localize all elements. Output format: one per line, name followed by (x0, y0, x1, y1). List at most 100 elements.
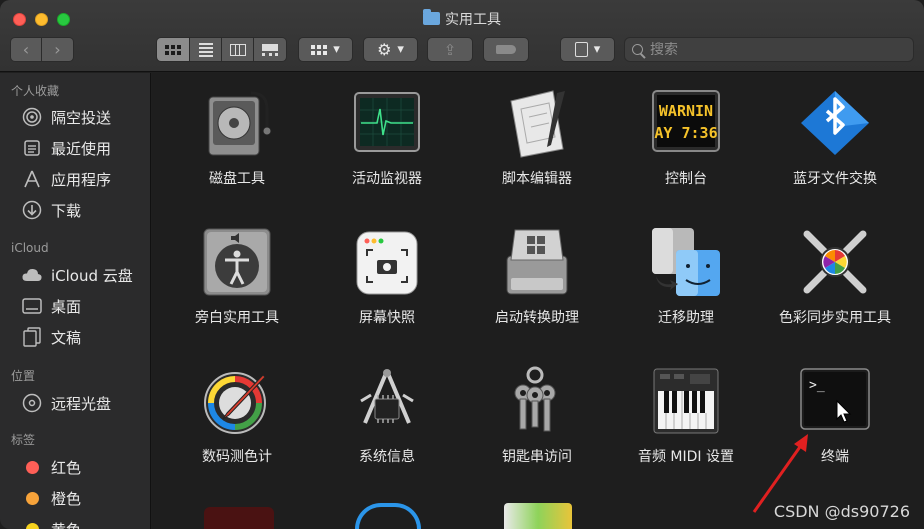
airdrop-icon (21, 106, 43, 128)
app-digital-color-meter[interactable]: 数码测色计 (162, 365, 312, 466)
app-colorsync-utility[interactable]: 色彩同步实用工具 (760, 226, 910, 327)
sidebar-item-label: 隔空投送 (51, 108, 112, 127)
cloud-icon (21, 264, 43, 286)
sidebar-item-documents[interactable]: 文稿 (21, 325, 81, 349)
quicklook-dropdown-chevron: ▾ (593, 42, 601, 57)
window-title-text: 实用工具 (445, 12, 501, 28)
bootcamp-icon (501, 226, 573, 298)
tags-header: 标签 (11, 433, 36, 447)
desktop-icon (21, 295, 43, 317)
search-input[interactable] (650, 41, 890, 58)
sidebar-item-remote-disc[interactable]: 远程光盘 (21, 391, 111, 415)
search-field[interactable] (624, 37, 914, 62)
app-label: 脚本编辑器 (502, 171, 572, 187)
partial-app-icon-grapher[interactable] (504, 503, 572, 529)
action-dropdown-chevron: ▾ (397, 42, 404, 57)
color-meter-icon (201, 365, 273, 437)
icon-view-button[interactable] (157, 38, 190, 61)
app-label: 启动转换助理 (495, 310, 579, 326)
app-voiceover-utility[interactable]: 旁白实用工具 (162, 226, 312, 327)
list-view-button[interactable] (190, 38, 222, 61)
columns-icon (229, 43, 246, 56)
bluetooth-icon (799, 87, 871, 159)
forward-button[interactable]: › (42, 38, 73, 61)
quicklook-button[interactable]: ▾ (560, 37, 615, 62)
documents-icon (21, 326, 43, 348)
window-title: 实用工具 (0, 9, 924, 29)
sidebar-item-tag-yellow[interactable]: 黄色 (22, 517, 81, 529)
lock-icon (574, 42, 588, 57)
app-disk-utility[interactable]: 磁盘工具 (162, 87, 312, 188)
sidebar-item-desktop[interactable]: 桌面 (21, 294, 81, 318)
partial-app-icon-blue-arc[interactable] (355, 503, 421, 529)
app-label: 活动监视器 (352, 171, 422, 187)
sidebar-item-label: iCloud 云盘 (51, 266, 133, 285)
app-label: 系统信息 (359, 449, 415, 465)
system-info-icon (351, 365, 423, 437)
gallery-view-button[interactable] (254, 38, 286, 61)
applications-icon (21, 168, 43, 190)
list-icon (198, 42, 213, 57)
sidebar-item-label: 桌面 (51, 297, 82, 316)
script-editor-icon (501, 87, 573, 159)
app-label: 磁盘工具 (209, 171, 265, 187)
app-label: 音频 MIDI 设置 (637, 449, 735, 465)
search-icon (632, 44, 643, 55)
action-button[interactable]: ⚙ ▾ (363, 37, 418, 62)
partial-app-icon-dark-red[interactable] (204, 507, 274, 529)
group-grid-icon (311, 44, 328, 55)
disk-utility-icon (201, 87, 273, 159)
app-label: 旁白实用工具 (195, 310, 279, 326)
app-audio-midi-setup[interactable]: 音频 MIDI 设置 (611, 365, 761, 466)
sidebar-item-applications[interactable]: 应用程序 (21, 167, 111, 191)
sidebar-item-airdrop[interactable]: 隔空投送 (21, 105, 111, 129)
share-button[interactable]: ⇪ (427, 37, 473, 62)
title-toolbar: 实用工具 ‹ › ▾ ⚙ ▾ ⇪ ▾ 搜索 (0, 0, 924, 72)
app-script-editor[interactable]: 脚本编辑器 (462, 87, 612, 188)
app-boot-camp-assistant[interactable]: 启动转换助理 (462, 226, 612, 327)
sidebar-item-label: 黄色 (51, 519, 81, 529)
back-button[interactable]: ‹ (11, 38, 42, 61)
app-label: 色彩同步实用工具 (779, 310, 891, 326)
app-migration-assistant[interactable]: 迁移助理 (611, 226, 761, 327)
column-view-button[interactable] (222, 38, 254, 61)
terminal-prompt-text: >_ (809, 378, 825, 393)
app-screenshot[interactable]: 屏幕快照 (312, 226, 462, 327)
app-system-information[interactable]: 系统信息 (312, 365, 462, 466)
sidebar-item-icloud-drive[interactable]: iCloud 云盘 (21, 263, 133, 287)
app-label: 迁移助理 (658, 310, 714, 326)
edit-tags-button[interactable] (483, 37, 529, 62)
sidebar-item-downloads[interactable]: 下载 (21, 198, 81, 222)
colorsync-icon (799, 226, 871, 298)
sidebar-item-tag-red[interactable]: 红色 (22, 455, 81, 479)
watermark-text: CSDN @ds90726 (773, 502, 910, 521)
activity-monitor-icon (351, 87, 423, 159)
sidebar-item-label: 橙色 (51, 489, 82, 508)
console-screen-line-2: AY 7:36 (654, 124, 717, 142)
share-icon: ⇪ (443, 40, 457, 59)
gallery-icon (262, 43, 278, 56)
tag-icon (496, 45, 516, 54)
app-console[interactable]: WARNIN AY 7:36 控制台 (611, 87, 761, 188)
nav-buttons: ‹ › (10, 37, 74, 62)
sidebar-item-recents[interactable]: 最近使用 (21, 136, 111, 160)
finder-window: 实用工具 ‹ › ▾ ⚙ ▾ ⇪ ▾ 搜索 个人收藏 隔空投送 最近使用 应用程… (0, 0, 924, 529)
screenshot-icon (351, 226, 423, 298)
app-label: 蓝牙文件交换 (793, 171, 877, 187)
app-activity-monitor[interactable]: 活动监视器 (312, 87, 462, 188)
app-bluetooth-file-exchange[interactable]: 蓝牙文件交换 (760, 87, 910, 188)
group-button[interactable]: ▾ (298, 37, 353, 62)
app-keychain-access[interactable]: 钥匙串访问 (462, 365, 612, 466)
downloads-icon (21, 199, 43, 221)
sidebar-item-label: 文稿 (51, 328, 82, 347)
locations-header: 位置 (11, 369, 36, 383)
app-label: 控制台 (665, 171, 707, 187)
sidebar-item-label: 应用程序 (51, 170, 112, 189)
app-label: 屏幕快照 (359, 310, 415, 326)
sidebar-item-tag-orange[interactable]: 橙色 (22, 486, 81, 510)
yellow-tag-dot (26, 522, 39, 529)
favorites-header: 个人收藏 (11, 84, 60, 98)
sidebar: 个人收藏 隔空投送 最近使用 应用程序 下载 iCloud iCloud 云盘 … (0, 73, 151, 529)
gear-icon: ⚙ (377, 40, 392, 59)
sidebar-item-label: 红色 (51, 458, 82, 477)
